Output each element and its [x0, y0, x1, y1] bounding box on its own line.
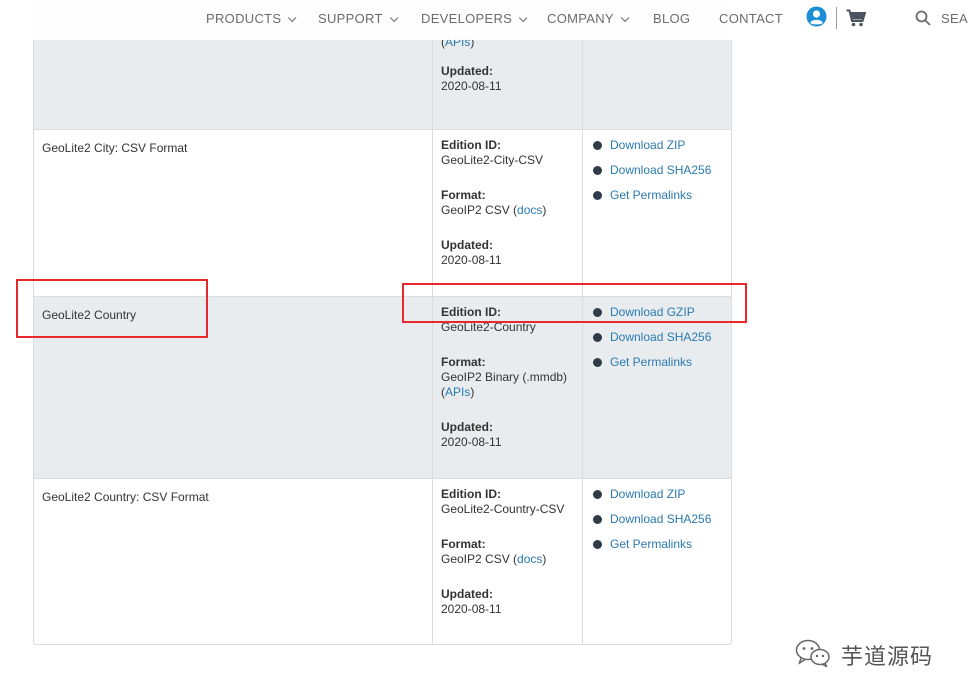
format-label: Format:: [441, 188, 486, 202]
row-meta: Edition ID: GeoLite2-City-CSV Format: Ge…: [441, 138, 547, 267]
edition-id-value: GeoLite2-Country-CSV: [441, 502, 565, 516]
nav-contact[interactable]: CONTACT: [719, 11, 783, 26]
docs-link[interactable]: docs: [517, 203, 542, 217]
bullet-icon: [593, 515, 602, 524]
search-icon[interactable]: [915, 10, 931, 31]
wechat-icon: [795, 639, 831, 672]
list-item: Download SHA256: [592, 512, 711, 537]
edition-id-label: Edition ID:: [441, 487, 501, 501]
column-divider: [432, 479, 433, 645]
format-value: GeoIP2 Binary (.mmdb): [441, 370, 568, 384]
database-name: GeoLite2 City: CSV Format: [42, 141, 188, 155]
column-divider: [432, 297, 433, 478]
nav-company[interactable]: COMPANY: [547, 11, 630, 26]
docs-link[interactable]: docs: [517, 552, 542, 566]
edition-id-label: Edition ID:: [441, 138, 501, 152]
nav-company-label: COMPANY: [547, 11, 614, 26]
bullet-icon: [593, 141, 602, 150]
chevron-down-icon: [519, 13, 528, 23]
list-item: Download ZIP: [592, 138, 711, 163]
chevron-down-icon: [288, 13, 297, 23]
shopping-cart-icon[interactable]: [846, 9, 867, 32]
nav-developers[interactable]: DEVELOPERS: [421, 11, 528, 26]
nav-blog-label: BLOG: [653, 11, 691, 26]
list-item: Download SHA256: [592, 163, 711, 188]
list-item: Get Permalinks: [592, 355, 711, 380]
nav-products-label: PRODUCTS: [206, 11, 282, 26]
list-item: Get Permalinks: [592, 537, 711, 562]
chevron-down-icon: [620, 13, 630, 23]
updated-value: 2020-08-11: [441, 602, 502, 616]
row-meta: (APIs) Updated: 2020-08-11: [441, 35, 502, 93]
updated-label: Updated:: [441, 64, 493, 78]
download-zip-link[interactable]: Download ZIP: [610, 138, 685, 152]
list-item: Get Permalinks: [592, 188, 711, 213]
updated-value: 2020-08-11: [441, 79, 502, 93]
row-meta: Edition ID: GeoLite2-Country Format: Geo…: [441, 305, 568, 449]
format-label: Format:: [441, 537, 486, 551]
row-meta: Edition ID: GeoLite2-Country-CSV Format:…: [441, 487, 565, 616]
updated-value: 2020-08-11: [441, 253, 502, 267]
watermark: 芋道源码: [795, 639, 934, 672]
bullet-icon: [593, 333, 602, 342]
column-divider: [582, 479, 583, 645]
bullet-icon: [593, 358, 602, 367]
nav-blog[interactable]: BLOG: [653, 11, 690, 26]
updated-label: Updated:: [441, 587, 493, 601]
download-links: Download ZIP Download SHA256 Get Permali…: [592, 487, 711, 562]
nav-products[interactable]: PRODUCTS: [206, 11, 297, 26]
updated-label: Updated:: [441, 420, 493, 434]
annotation-box-edition-download: [402, 283, 747, 323]
annotation-box-country-name: [16, 279, 208, 338]
header-divider: [836, 7, 837, 29]
download-zip-link[interactable]: Download ZIP: [610, 487, 685, 501]
get-permalinks-link[interactable]: Get Permalinks: [610, 355, 692, 369]
watermark-text: 芋道源码: [841, 645, 934, 670]
edition-id-value: GeoLite2-City-CSV: [441, 153, 544, 167]
get-permalinks-link[interactable]: Get Permalinks: [610, 188, 692, 202]
nav-contact-label: CONTACT: [719, 11, 783, 26]
download-sha256-link[interactable]: Download SHA256: [610, 163, 711, 177]
bullet-icon: [593, 166, 602, 175]
format-value: GeoIP2 CSV: [441, 552, 510, 566]
nav-support[interactable]: SUPPORT: [318, 11, 399, 26]
table-row: GeoLite2 Country: CSV Format Edition ID:…: [34, 479, 731, 645]
search-label[interactable]: SEAR: [941, 11, 968, 26]
format-value: GeoIP2 CSV: [441, 203, 510, 217]
format-label: Format:: [441, 355, 486, 369]
get-permalinks-link[interactable]: Get Permalinks: [610, 537, 692, 551]
bullet-icon: [593, 191, 602, 200]
bullet-icon: [593, 490, 602, 499]
nav-developers-label: DEVELOPERS: [421, 11, 513, 26]
download-links: Download ZIP Download SHA256 Get Permali…: [592, 138, 711, 213]
column-divider: [582, 130, 583, 296]
bullet-icon: [593, 540, 602, 549]
apis-link[interactable]: APIs: [445, 385, 470, 399]
table-row: GeoLite2 City: CSV Format Edition ID: Ge…: [34, 130, 731, 297]
chevron-down-icon: [389, 13, 399, 23]
list-item: Download ZIP: [592, 487, 711, 512]
column-divider: [432, 130, 433, 296]
nav-support-label: SUPPORT: [318, 11, 383, 26]
database-name: GeoLite2 Country: CSV Format: [42, 490, 209, 504]
updated-label: Updated:: [441, 238, 493, 252]
column-divider: [582, 297, 583, 478]
updated-value: 2020-08-11: [441, 435, 502, 449]
download-sha256-link[interactable]: Download SHA256: [610, 512, 711, 526]
user-circle-icon[interactable]: [806, 6, 827, 32]
top-navigation: PRODUCTS SUPPORT DEVELOPERS COMPANY BLOG…: [0, 0, 968, 40]
download-sha256-link[interactable]: Download SHA256: [610, 330, 711, 344]
list-item: Download SHA256: [592, 330, 711, 355]
